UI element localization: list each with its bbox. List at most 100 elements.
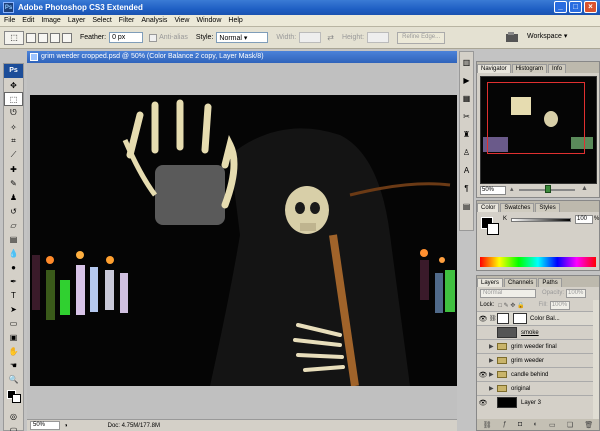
layer-row[interactable]: 👁 ⛓ Color Bal...: [477, 311, 599, 325]
expand-arrow-icon[interactable]: ▶: [489, 371, 497, 378]
tab-navigator[interactable]: Navigator: [477, 64, 511, 73]
color-background-swatch[interactable]: [487, 223, 499, 235]
menu-view[interactable]: View: [174, 17, 189, 24]
subtract-selection-button[interactable]: [50, 32, 60, 43]
blend-mode-select[interactable]: Normal: [480, 288, 536, 298]
expand-arrow-icon[interactable]: ▶: [489, 385, 497, 392]
quick-mask-icon[interactable]: ◎: [4, 409, 23, 423]
navigator-slider-thumb[interactable]: [545, 185, 551, 193]
path-selection-tool-icon[interactable]: ➤: [4, 302, 23, 316]
layer-row[interactable]: smoke: [477, 325, 599, 339]
width-input[interactable]: [299, 32, 322, 43]
document-title-bar[interactable]: grim weeder cropped.psd @ 50% (Color Bal…: [27, 51, 457, 63]
marquee-tool-icon[interactable]: ⬚: [4, 92, 23, 106]
visibility-eye-icon[interactable]: 👁: [477, 371, 489, 379]
navigator-thumbnail[interactable]: [480, 76, 597, 184]
magic-wand-tool-icon[interactable]: ✧: [4, 120, 23, 134]
tab-styles[interactable]: Styles: [535, 203, 560, 212]
background-color-swatch[interactable]: [12, 394, 21, 403]
close-button[interactable]: ×: [584, 1, 597, 13]
navigator-zoom-field[interactable]: 50%: [480, 186, 506, 195]
zoom-field[interactable]: 50%: [30, 421, 60, 430]
dock-actions-icon[interactable]: ▶: [460, 72, 473, 88]
menu-help[interactable]: Help: [228, 17, 242, 24]
canvas-image[interactable]: [30, 95, 457, 386]
dock-tool-presets-icon[interactable]: ✂: [460, 108, 473, 124]
layers-scrollbar[interactable]: [593, 300, 599, 420]
3d-rotate-tool-icon[interactable]: ✋: [4, 344, 23, 358]
add-mask-icon[interactable]: ◘: [518, 421, 522, 428]
maximize-button[interactable]: □: [569, 1, 582, 13]
tab-info[interactable]: Info: [548, 64, 567, 73]
healing-brush-tool-icon[interactable]: ✚: [4, 162, 23, 176]
new-selection-button[interactable]: [26, 32, 36, 43]
dock-brush-icon[interactable]: ♙: [460, 144, 473, 160]
layer-row[interactable]: ▶ original: [477, 381, 599, 395]
link-layers-icon[interactable]: ⛓: [483, 421, 492, 429]
status-icon[interactable]: ◑: [64, 423, 68, 429]
canvas-area[interactable]: [27, 63, 457, 419]
history-brush-tool-icon[interactable]: ↺: [4, 204, 23, 218]
fill-input[interactable]: 100%: [549, 300, 570, 310]
layer-mask-thumb[interactable]: [513, 313, 527, 324]
lock-icons[interactable]: □ ✎ ✥ 🔒: [498, 302, 524, 309]
visibility-eye-icon[interactable]: 👁: [477, 315, 489, 323]
delete-layer-icon[interactable]: 🗑: [584, 421, 593, 429]
notes-tool-icon[interactable]: ▣: [4, 330, 23, 344]
lasso-tool-icon[interactable]: ᘎ: [4, 106, 23, 120]
tab-swatches[interactable]: Swatches: [500, 203, 535, 212]
brush-tool-icon[interactable]: ✎: [4, 176, 23, 190]
eyedropper-tool-icon[interactable]: ⟋: [4, 148, 23, 162]
type-tool-icon[interactable]: T: [4, 288, 23, 302]
crop-tool-icon[interactable]: ⌗: [4, 134, 23, 148]
layer-row[interactable]: ▶ grim weeder: [477, 353, 599, 367]
menu-layer[interactable]: Layer: [68, 17, 86, 24]
tab-channels[interactable]: Channels: [504, 278, 538, 287]
dock-paragraph-icon[interactable]: ¶: [460, 180, 473, 196]
style-select[interactable]: Normal ▾: [216, 32, 269, 43]
zoom-in-icon[interactable]: ▲: [581, 185, 588, 192]
move-tool-icon[interactable]: ✥: [4, 78, 23, 92]
blur-tool-icon[interactable]: 💧: [4, 246, 23, 260]
height-input[interactable]: [367, 32, 390, 43]
layer-row[interactable]: 👁 ▶ candle behind: [477, 367, 599, 381]
tab-paths[interactable]: Paths: [538, 278, 562, 287]
menu-filter[interactable]: Filter: [119, 17, 135, 24]
layer-style-icon[interactable]: ƒ: [503, 421, 507, 428]
expand-arrow-icon[interactable]: ▶: [489, 343, 497, 350]
clone-stamp-tool-icon[interactable]: ♟: [4, 190, 23, 204]
menu-window[interactable]: Window: [196, 17, 221, 24]
screen-mode-icon[interactable]: ▢: [4, 423, 23, 431]
new-group-icon[interactable]: ▭: [549, 421, 556, 429]
k-value-input[interactable]: 100: [575, 215, 593, 224]
add-selection-button[interactable]: [38, 32, 48, 43]
antialias-checkbox[interactable]: [149, 33, 158, 42]
dock-clone-source-icon[interactable]: ♜: [460, 126, 473, 142]
dodge-tool-icon[interactable]: ●: [4, 260, 23, 274]
color-ramp[interactable]: [480, 257, 596, 267]
layer-row[interactable]: ▶ grim weeder final: [477, 339, 599, 353]
visibility-eye-icon[interactable]: 👁: [477, 399, 489, 407]
minimize-button[interactable]: _: [554, 1, 567, 13]
dock-layer-comps-icon[interactable]: ▤: [460, 198, 473, 214]
eraser-tool-icon[interactable]: ▱: [4, 218, 23, 232]
dock-character-icon[interactable]: A: [460, 162, 473, 178]
zoom-tool-icon[interactable]: 🔍: [4, 372, 23, 386]
tab-histogram[interactable]: Histogram: [511, 64, 548, 73]
hand-tool-icon[interactable]: ☚: [4, 358, 23, 372]
navigator-view-box[interactable]: [487, 82, 585, 154]
workspace-menu[interactable]: Workspace ▾: [527, 32, 567, 40]
shape-tool-icon[interactable]: ▭: [4, 316, 23, 330]
tool-preset-picker[interactable]: ⬚: [4, 30, 24, 45]
layer-row[interactable]: 👁 Layer 3: [477, 395, 599, 409]
menu-edit[interactable]: Edit: [22, 17, 34, 24]
menu-analysis[interactable]: Analysis: [141, 17, 167, 24]
feather-input[interactable]: 0 px: [109, 32, 144, 43]
opacity-input[interactable]: 100%: [566, 288, 587, 298]
tab-layers[interactable]: Layers: [477, 278, 504, 287]
expand-arrow-icon[interactable]: ▶: [489, 357, 497, 364]
pen-tool-icon[interactable]: ✒: [4, 274, 23, 288]
tab-color[interactable]: Color: [477, 203, 500, 212]
menu-image[interactable]: Image: [41, 17, 60, 24]
zoom-out-icon[interactable]: ▴: [510, 185, 514, 193]
